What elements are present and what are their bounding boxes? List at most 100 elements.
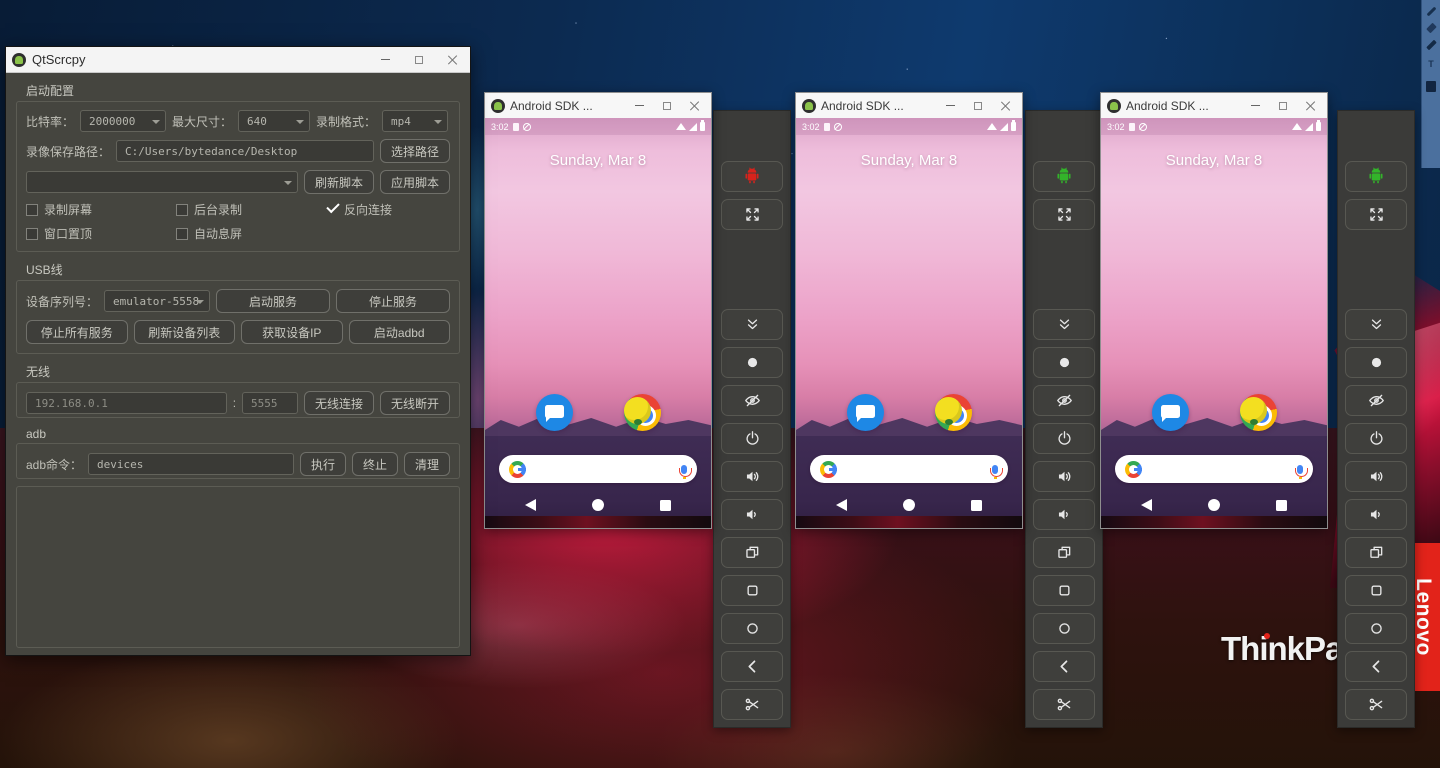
maximize-icon[interactable] <box>653 93 681 118</box>
screenshot-button[interactable] <box>1345 689 1407 720</box>
wireless-connect-button[interactable]: 无线连接 <box>304 391 374 415</box>
adb-run-button[interactable]: 执行 <box>300 452 346 476</box>
get-device-ip-button[interactable]: 获取设备IP <box>241 320 343 344</box>
eraser-icon[interactable] <box>1426 23 1437 34</box>
google-search-bar[interactable] <box>810 455 1008 483</box>
menu-square-button[interactable] <box>1345 575 1407 606</box>
wireless-ip-input[interactable]: 192.168.0.1 <box>26 392 227 414</box>
device-serial-combo[interactable]: emulator-5558 <box>104 290 210 312</box>
android-button[interactable] <box>1033 161 1095 192</box>
minimize-icon[interactable] <box>936 93 964 118</box>
emulator-2-titlebar[interactable]: Android SDK ... <box>796 93 1022 118</box>
app-switch-button[interactable] <box>1345 537 1407 568</box>
volume-down-button[interactable] <box>721 499 783 530</box>
screen-off-button[interactable] <box>1345 385 1407 416</box>
app-switch-button[interactable] <box>1033 537 1095 568</box>
maxsize-combo[interactable]: 640 <box>238 110 310 132</box>
chevrons-down-button[interactable] <box>721 309 783 340</box>
maximize-icon[interactable] <box>402 47 436 72</box>
chrome-app-icon[interactable] <box>935 394 972 431</box>
minimize-icon[interactable] <box>625 93 653 118</box>
home-circle-button[interactable] <box>1033 613 1095 644</box>
touch-dot-button[interactable] <box>1345 347 1407 378</box>
refresh-device-list-button[interactable]: 刷新设备列表 <box>134 320 236 344</box>
minimize-icon[interactable] <box>1241 93 1269 118</box>
nav-home-button[interactable] <box>1208 499 1220 511</box>
chrome-app-icon[interactable] <box>624 394 661 431</box>
nav-recents-button[interactable] <box>1276 500 1287 511</box>
power-button[interactable] <box>721 423 783 454</box>
emulator-1-titlebar[interactable]: Android SDK ... <box>485 93 711 118</box>
marker-icon[interactable] <box>1426 40 1437 51</box>
mic-icon[interactable] <box>681 465 687 474</box>
record-format-combo[interactable]: mp4 <box>382 110 448 132</box>
pen-icon[interactable] <box>1426 7 1436 17</box>
nav-back-button[interactable] <box>836 499 847 511</box>
volume-down-button[interactable] <box>1033 499 1095 530</box>
power-button[interactable] <box>1345 423 1407 454</box>
checkbox-auto-screen-off[interactable]: 自动息屏 <box>176 225 326 242</box>
maximize-icon[interactable] <box>1269 93 1297 118</box>
wireless-port-input[interactable]: 5555 <box>242 392 298 414</box>
close-icon[interactable] <box>436 47 470 72</box>
android-button[interactable] <box>721 161 783 192</box>
qtscrcpy-titlebar[interactable]: QtScrcpy <box>6 47 470 73</box>
volume-up-button[interactable] <box>1033 461 1095 492</box>
mic-icon[interactable] <box>1297 465 1303 474</box>
close-icon[interactable] <box>1297 93 1325 118</box>
checkbox-reverse-connect[interactable]: 反向连接 <box>326 201 392 218</box>
stop-service-button[interactable]: 停止服务 <box>336 289 450 313</box>
phone-screen-1[interactable]: 3:02 Sunday, Mar 8 <box>485 118 711 528</box>
volume-up-button[interactable] <box>1345 461 1407 492</box>
adb-clear-button[interactable]: 清理 <box>404 452 450 476</box>
home-circle-button[interactable] <box>1345 613 1407 644</box>
start-adbd-button[interactable]: 启动adbd <box>349 320 451 344</box>
chrome-app-icon[interactable] <box>1240 394 1277 431</box>
minimize-icon[interactable] <box>368 47 402 72</box>
chevrons-down-button[interactable] <box>1345 309 1407 340</box>
apply-script-button[interactable]: 应用脚本 <box>380 170 450 194</box>
nav-home-button[interactable] <box>903 499 915 511</box>
choose-path-button[interactable]: 选择路径 <box>380 139 450 163</box>
nav-back-button[interactable] <box>525 499 536 511</box>
nav-home-button[interactable] <box>592 499 604 511</box>
screen-off-button[interactable] <box>1033 385 1095 416</box>
script-combo[interactable] <box>26 171 298 193</box>
stop-all-services-button[interactable]: 停止所有服务 <box>26 320 128 344</box>
adb-stop-button[interactable]: 终止 <box>352 452 398 476</box>
messages-app-icon[interactable] <box>536 394 573 431</box>
touch-dot-button[interactable] <box>721 347 783 378</box>
checkbox-background-record[interactable]: 后台录制 <box>176 201 326 218</box>
checkbox-record-screen[interactable]: 录制屏幕 <box>26 201 176 218</box>
home-circle-button[interactable] <box>721 613 783 644</box>
nav-recents-button[interactable] <box>660 500 671 511</box>
close-icon[interactable] <box>681 93 709 118</box>
expand-button[interactable] <box>721 199 783 230</box>
back-button[interactable] <box>1033 651 1095 682</box>
chevrons-down-button[interactable] <box>1033 309 1095 340</box>
expand-button[interactable] <box>1033 199 1095 230</box>
refresh-script-button[interactable]: 刷新脚本 <box>304 170 374 194</box>
annotation-toolbar[interactable]: T <box>1421 0 1440 168</box>
volume-down-button[interactable] <box>1345 499 1407 530</box>
phone-screen-3[interactable]: 3:02 Sunday, Mar 8 <box>1101 118 1327 528</box>
close-icon[interactable] <box>992 93 1020 118</box>
screenshot-button[interactable] <box>1033 689 1095 720</box>
back-button[interactable] <box>721 651 783 682</box>
bitrate-combo[interactable]: 2000000 <box>80 110 166 132</box>
nav-recents-button[interactable] <box>971 500 982 511</box>
screen-off-button[interactable] <box>721 385 783 416</box>
expand-button[interactable] <box>1345 199 1407 230</box>
adb-command-input[interactable]: devices <box>88 453 294 475</box>
mic-icon[interactable] <box>992 465 998 474</box>
screenshot-button[interactable] <box>721 689 783 720</box>
maximize-icon[interactable] <box>964 93 992 118</box>
power-button[interactable] <box>1033 423 1095 454</box>
volume-up-button[interactable] <box>721 461 783 492</box>
record-path-input[interactable]: C:/Users/bytedance/Desktop <box>116 140 374 162</box>
menu-square-button[interactable] <box>721 575 783 606</box>
phone-screen-2[interactable]: 3:02 Sunday, Mar 8 <box>796 118 1022 528</box>
google-search-bar[interactable] <box>499 455 697 483</box>
touch-dot-button[interactable] <box>1033 347 1095 378</box>
emulator-3-titlebar[interactable]: Android SDK ... <box>1101 93 1327 118</box>
